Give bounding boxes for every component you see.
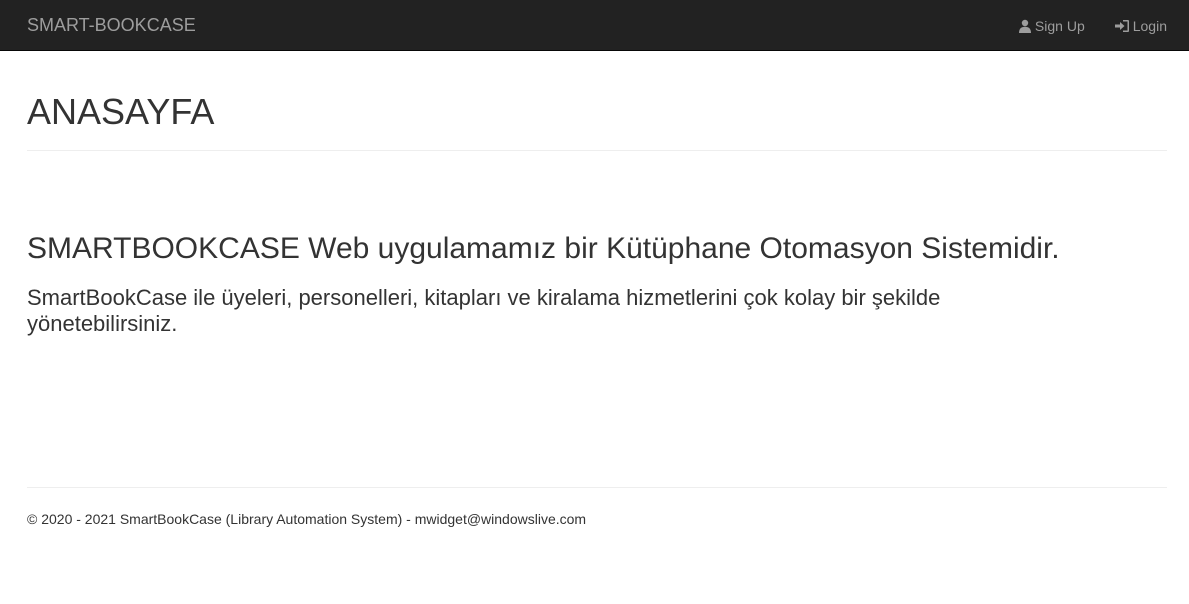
footer: © 2020 - 2021 SmartBookCase (Library Aut… xyxy=(27,487,1167,528)
user-icon xyxy=(1018,19,1031,33)
intro-heading: SMARTBOOKCASE Web uygulamamız bir Kütüph… xyxy=(27,232,1060,265)
login-label: Login xyxy=(1132,17,1167,34)
sign-up-link[interactable]: Sign Up xyxy=(1018,18,1085,34)
intro-description: SmartBookCase ile üyeleri, personelleri,… xyxy=(27,285,941,336)
page-header: ANASAYFA xyxy=(27,90,1167,151)
navbar-right-links: Sign Up Login xyxy=(1018,0,1167,51)
brand-link[interactable]: SMART-BOOKCASE xyxy=(27,15,196,35)
login-icon xyxy=(1114,19,1129,32)
footer-copyright: © 2020 - 2021 SmartBookCase (Library Aut… xyxy=(27,511,587,527)
sign-up-label: Sign Up xyxy=(1034,17,1085,34)
login-link[interactable]: Login xyxy=(1114,17,1167,34)
page-title: ANASAYFA xyxy=(27,91,215,132)
navbar: SMART-BOOKCASE Sign Up Login xyxy=(0,0,1189,51)
